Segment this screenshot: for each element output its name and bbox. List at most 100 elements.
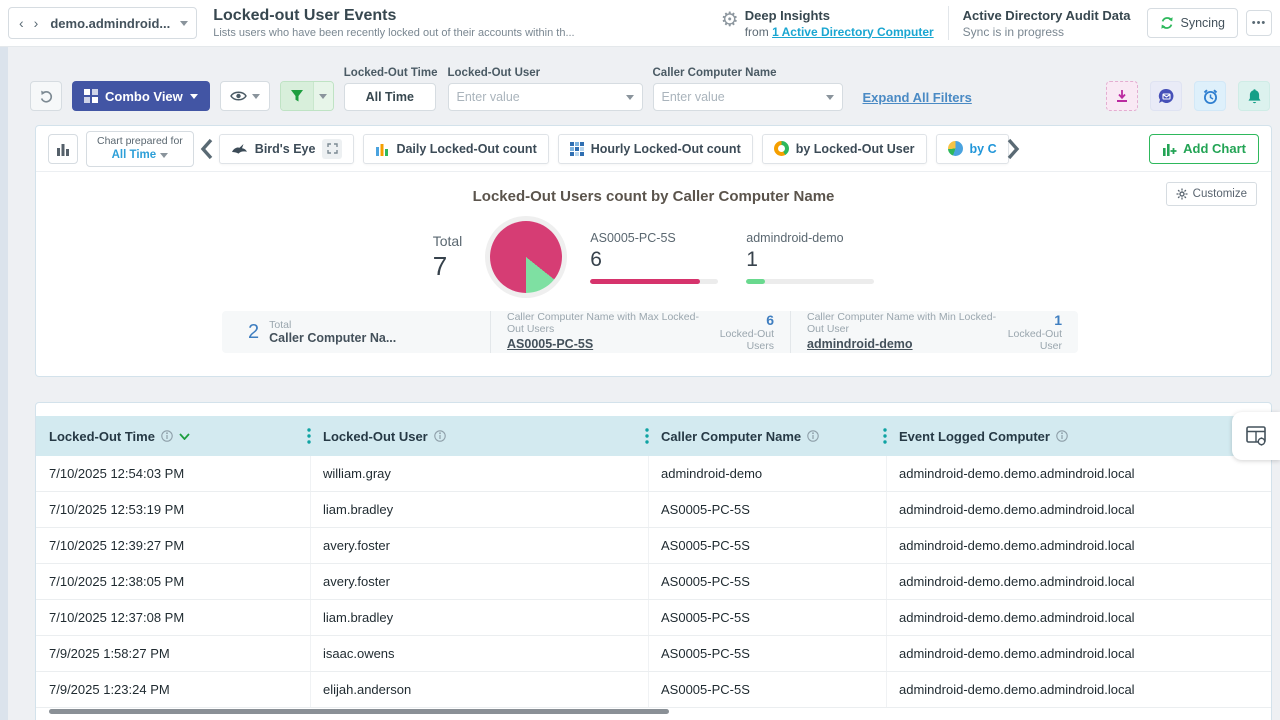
- column-label: Event Logged Computer: [899, 429, 1050, 444]
- filter-toolbar: Combo View Locked-Out Time All Time: [8, 47, 1280, 125]
- column-header-event-logged-computer[interactable]: Event Logged Computer: [887, 416, 1271, 456]
- heatmap-icon: [570, 142, 584, 156]
- chevron-down-icon: [252, 94, 260, 99]
- grid-view-icon: [84, 89, 98, 103]
- cell-locked-out-user: liam.bradley: [311, 492, 649, 527]
- chevron-left-icon: [200, 138, 213, 160]
- nav-back-button[interactable]: ‹: [17, 8, 26, 38]
- summary-max-name-link[interactable]: AS0005-PC-5S: [507, 337, 593, 351]
- caller-computer-filter: Caller Computer Name: [653, 67, 843, 111]
- tab-label: Bird's Eye: [255, 142, 316, 156]
- horizontal-scrollbar-track[interactable]: [49, 709, 1258, 714]
- legend-label: admindroid-demo: [746, 231, 874, 245]
- tab-daily-locked-out-count[interactable]: Daily Locked-Out count: [363, 134, 548, 164]
- table-row[interactable]: 7/10/2025 12:53:19 PM liam.bradley AS000…: [36, 492, 1271, 528]
- deep-insights-title: Deep Insights: [745, 8, 934, 23]
- caller-computer-filter-input[interactable]: [662, 90, 826, 104]
- tab-by-locked-out-user[interactable]: by Locked-Out User: [762, 134, 927, 164]
- table-row[interactable]: 7/10/2025 12:39:27 PM avery.foster AS000…: [36, 528, 1271, 564]
- breadcrumb[interactable]: demo.admindroid...: [46, 16, 174, 31]
- legend-bar: [590, 279, 718, 284]
- combo-view-label: Combo View: [105, 89, 183, 104]
- expand-icon[interactable]: [322, 139, 342, 159]
- audit-data-title: Active Directory Audit Data: [963, 8, 1131, 23]
- donut-chart-icon: [774, 141, 789, 156]
- view-visibility-button[interactable]: [220, 81, 270, 111]
- feedback-message-button[interactable]: [1150, 81, 1182, 111]
- summary-total-label-bottom: Caller Computer Na...: [269, 331, 396, 346]
- export-download-button[interactable]: [1106, 81, 1138, 111]
- cell-locked-out-time: 7/10/2025 12:54:03 PM: [49, 456, 311, 491]
- chart-panel: Chart prepared for All Time Bird's Eye: [35, 125, 1272, 377]
- table-row[interactable]: 7/10/2025 12:37:08 PM liam.bradley AS000…: [36, 600, 1271, 636]
- locked-out-time-filter-value[interactable]: All Time: [344, 83, 436, 111]
- table-row[interactable]: 7/9/2025 1:23:24 PM elijah.anderson AS00…: [36, 672, 1271, 708]
- tab-label: Daily Locked-Out count: [396, 142, 536, 156]
- nav-forward-button[interactable]: ›: [32, 8, 41, 38]
- caller-computer-filter-select[interactable]: [653, 83, 843, 111]
- locked-out-user-filter-select[interactable]: [448, 83, 643, 111]
- page-title: Locked-out User Events: [213, 7, 574, 25]
- column-header-locked-out-user[interactable]: Locked-Out User: [311, 416, 649, 456]
- chart-prepared-for-value: All Time: [112, 148, 157, 162]
- table-panel: Locked-Out Time Locked-Out User: [35, 402, 1272, 720]
- column-header-caller-computer-name[interactable]: Caller Computer Name: [649, 416, 887, 456]
- bell-icon: [1247, 88, 1262, 105]
- locked-out-user-filter-input[interactable]: [457, 90, 626, 104]
- summary-max-label: Caller Computer Name with Max Locked-Out…: [507, 311, 704, 335]
- sort-descending-icon[interactable]: [179, 433, 190, 440]
- customize-button[interactable]: Customize: [1166, 182, 1257, 206]
- column-header-locked-out-time[interactable]: Locked-Out Time: [49, 416, 311, 456]
- legend-item-max[interactable]: AS0005-PC-5S 6: [590, 231, 718, 284]
- chart-type-button[interactable]: [48, 134, 78, 164]
- deep-insights-sub: from 1 Active Directory Computer: [745, 25, 934, 39]
- cell-caller-computer-name: AS0005-PC-5S: [649, 492, 887, 527]
- tab-by-caller-computer[interactable]: by C: [936, 134, 1009, 164]
- filter-dropdown-toggle[interactable]: [313, 82, 333, 110]
- cell-locked-out-user: william.gray: [311, 456, 649, 491]
- active-directory-computer-link[interactable]: 1 Active Directory Computer: [772, 25, 934, 39]
- summary-min-unit: Locked-Out User: [997, 328, 1062, 352]
- syncing-button[interactable]: Syncing: [1147, 8, 1238, 38]
- chevron-down-icon: [826, 95, 834, 100]
- reset-view-button[interactable]: [30, 81, 62, 111]
- sync-refresh-icon: [1160, 16, 1174, 30]
- horizontal-scrollbar-thumb[interactable]: [49, 709, 669, 714]
- summary-min-name-link[interactable]: admindroid-demo: [807, 337, 913, 351]
- legend-value: 6: [590, 248, 718, 272]
- combo-view-button[interactable]: Combo View: [72, 81, 210, 111]
- chart-prepared-for-label: Chart prepared for: [97, 135, 183, 148]
- summary-min-label: Caller Computer Name with Min Locked-Out…: [807, 311, 997, 335]
- chevron-down-icon: [160, 153, 168, 158]
- tabs-scroll-right-button[interactable]: [1001, 138, 1026, 160]
- report-breadcrumb-box: ‹ › demo.admindroid...: [8, 7, 197, 39]
- pie-chart[interactable]: [490, 221, 562, 293]
- table-row[interactable]: 7/10/2025 12:54:03 PM william.gray admin…: [36, 456, 1271, 492]
- tab-hourly-locked-out-count[interactable]: Hourly Locked-Out count: [558, 134, 753, 164]
- filter-button[interactable]: [280, 81, 334, 111]
- more-options-button[interactable]: •••: [1246, 10, 1272, 36]
- cell-locked-out-time: 7/9/2025 1:58:27 PM: [49, 636, 311, 671]
- legend-item-min[interactable]: admindroid-demo 1: [746, 231, 874, 284]
- locked-out-user-filter-label: Locked-Out User: [448, 67, 643, 79]
- column-chooser-button[interactable]: [1232, 412, 1280, 460]
- eye-icon: [230, 90, 247, 102]
- info-icon: [807, 430, 819, 442]
- info-icon: [1056, 430, 1068, 442]
- column-label: Locked-Out User: [323, 429, 428, 444]
- table-row[interactable]: 7/9/2025 1:58:27 PM isaac.owens AS0005-P…: [36, 636, 1271, 672]
- expand-all-filters-link[interactable]: Expand All Filters: [863, 90, 972, 105]
- alerts-bell-button[interactable]: [1238, 81, 1270, 111]
- tab-birds-eye[interactable]: Bird's Eye: [219, 134, 355, 164]
- chart-prepared-for-button[interactable]: Chart prepared for All Time: [86, 131, 194, 167]
- schedule-alarm-button[interactable]: [1194, 81, 1226, 111]
- cell-locked-out-user: avery.foster: [311, 564, 649, 599]
- summary-total-value: 2: [248, 321, 259, 344]
- tabs-scroll-left-button[interactable]: [194, 138, 219, 160]
- add-chart-button[interactable]: Add Chart: [1149, 134, 1259, 164]
- bird-icon: [231, 142, 248, 156]
- table-row[interactable]: 7/10/2025 12:38:05 PM avery.foster AS000…: [36, 564, 1271, 600]
- sync-status-text: Sync is in progress: [963, 25, 1131, 39]
- cell-event-logged-computer: admindroid-demo.demo.admindroid.local: [887, 456, 1271, 491]
- cell-locked-out-user: avery.foster: [311, 528, 649, 563]
